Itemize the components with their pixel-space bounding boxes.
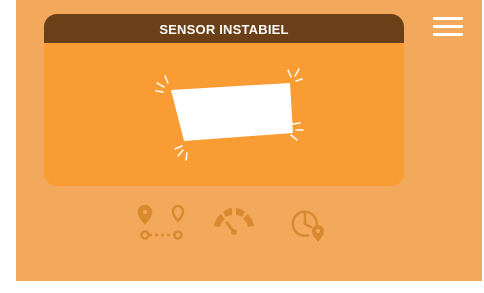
- unstable-sensor-icon: [44, 43, 404, 186]
- speedometer-gauge-icon[interactable]: [211, 204, 257, 244]
- route-distance-icon[interactable]: [136, 204, 188, 244]
- card-title: SENSOR INSTABIEL: [44, 14, 404, 43]
- hamburger-menu-icon[interactable]: [433, 17, 463, 43]
- toolbar: [136, 204, 336, 248]
- sensor-status-card: SENSOR INSTABIEL: [44, 14, 404, 186]
- app-screen: SENSOR INSTABIEL: [16, 0, 482, 281]
- time-location-icon[interactable]: [286, 204, 330, 244]
